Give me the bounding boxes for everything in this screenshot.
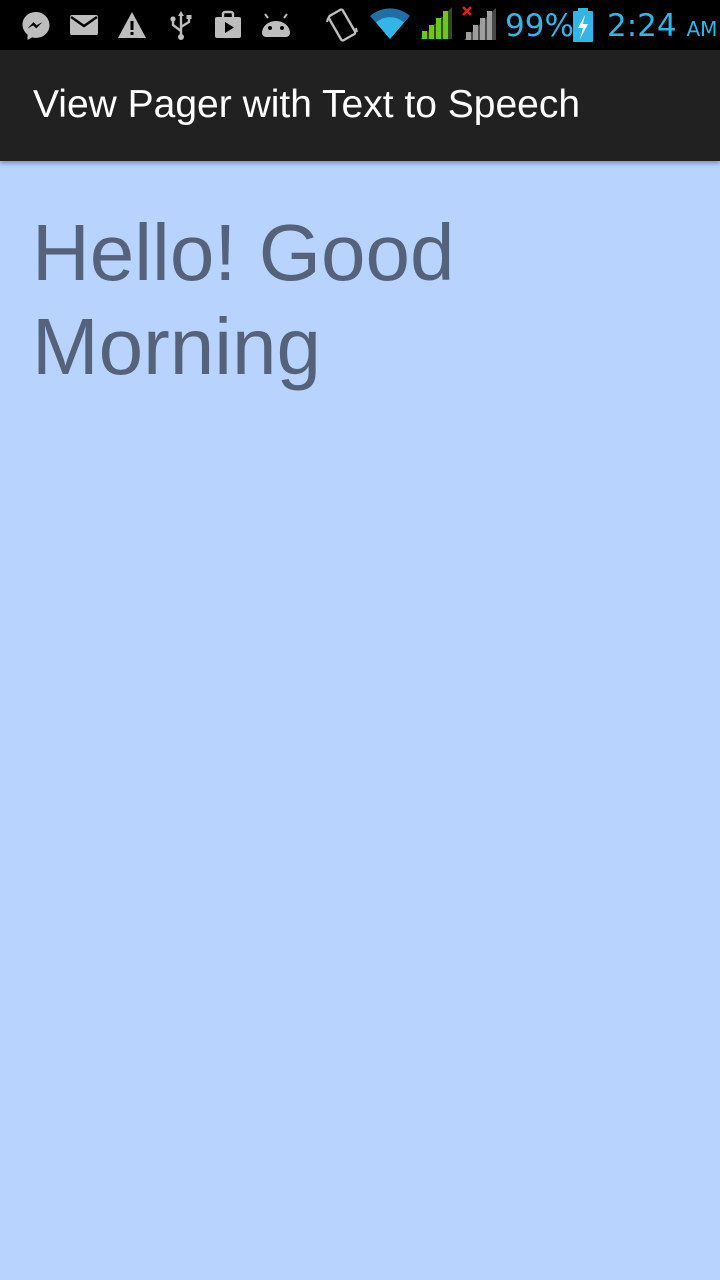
warning-icon bbox=[118, 12, 146, 38]
status-bar: 99% 2:24 AM bbox=[0, 0, 720, 50]
clock-ampm: AM bbox=[686, 17, 718, 41]
clock: 2:24 AM bbox=[607, 8, 718, 44]
app-title: View Pager with Text to Speech bbox=[33, 83, 581, 126]
wifi-icon bbox=[370, 8, 410, 40]
usb-icon bbox=[170, 11, 192, 40]
battery-charging-icon bbox=[573, 8, 593, 42]
no-signal-icon bbox=[462, 6, 496, 40]
mail-icon bbox=[70, 15, 98, 35]
android-debug-icon bbox=[262, 13, 290, 37]
view-pager-page[interactable]: Hello! Good Morning bbox=[0, 162, 720, 1280]
vibrate-icon bbox=[326, 8, 358, 42]
battery-percentage: 99% bbox=[505, 8, 574, 44]
greeting-text: Hello! Good Morning bbox=[32, 208, 455, 391]
action-bar: View Pager with Text to Speech bbox=[0, 50, 720, 161]
play-store-icon bbox=[215, 10, 241, 38]
messenger-icon bbox=[22, 12, 50, 40]
signal-icon bbox=[420, 7, 452, 39]
